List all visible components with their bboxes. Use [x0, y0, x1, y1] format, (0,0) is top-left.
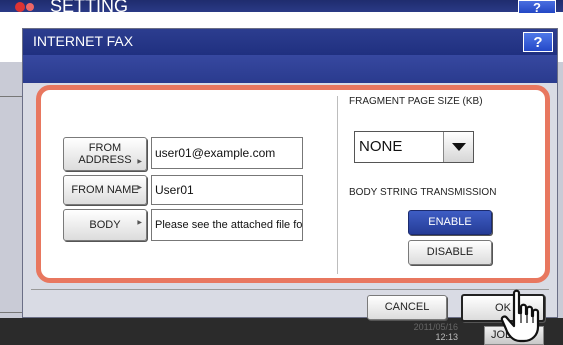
clock-date: 2011/05/16 — [413, 322, 458, 332]
setting-icon — [15, 2, 34, 12]
from-address-button[interactable]: FROM ADDRESS ▶ — [63, 137, 147, 171]
from-name-field[interactable]: User01 — [151, 175, 303, 205]
from-address-label-line2: ADDRESS — [78, 154, 132, 166]
expand-arrow-icon: ▶ — [137, 159, 142, 165]
clock-time: 12:13 — [435, 332, 458, 342]
enable-button[interactable]: ENABLE — [408, 210, 492, 235]
dialog-header-band — [23, 55, 557, 83]
body-button[interactable]: BODY ▶ — [63, 209, 147, 241]
dialog-title-bar: INTERNET FAX ? — [23, 29, 557, 55]
body-field[interactable]: Please see the attached file fo — [151, 209, 303, 241]
from-name-button[interactable]: FROM NAME ▶ — [63, 175, 147, 205]
cancel-button[interactable]: CANCEL — [367, 295, 447, 320]
disable-button[interactable]: DISABLE — [408, 240, 492, 265]
fragment-page-size-select[interactable]: NONE — [354, 131, 474, 163]
panel-divider — [337, 96, 338, 274]
dialog-help-button[interactable]: ? — [523, 32, 553, 52]
from-name-label: FROM NAME — [71, 184, 139, 196]
body-string-transmission-label: BODY STRING TRANSMISSION — [349, 187, 497, 198]
dialog-title: INTERNET FAX — [33, 33, 134, 49]
status-bar — [0, 318, 563, 345]
from-address-label-line1: FROM — [88, 142, 122, 154]
background-left-edge — [0, 62, 22, 345]
body-label: BODY — [89, 219, 121, 231]
expand-arrow-icon: ▶ — [137, 185, 142, 191]
internet-fax-dialog: INTERNET FAX ? FROM ADDRESS ▶ user01@exa… — [22, 28, 558, 322]
background-right-edge — [558, 62, 563, 345]
setting-title: SETTING — [50, 0, 129, 16]
fragment-page-size-value: NONE — [359, 138, 403, 155]
expand-arrow-icon: ▶ — [137, 220, 142, 226]
fragment-page-size-label: FRAGMENT PAGE SIZE (KB) — [349, 96, 483, 107]
pointer-hand-icon — [500, 289, 540, 343]
dropdown-arrow-icon[interactable] — [443, 132, 473, 162]
from-address-field[interactable]: user01@example.com — [151, 137, 303, 169]
setting-help-button[interactable]: ? — [518, 0, 556, 15]
settings-panel: FROM ADDRESS ▶ user01@example.com FROM N… — [36, 85, 550, 283]
clock: 2011/05/16 12:13 — [408, 322, 458, 342]
footer-divider — [31, 289, 549, 290]
